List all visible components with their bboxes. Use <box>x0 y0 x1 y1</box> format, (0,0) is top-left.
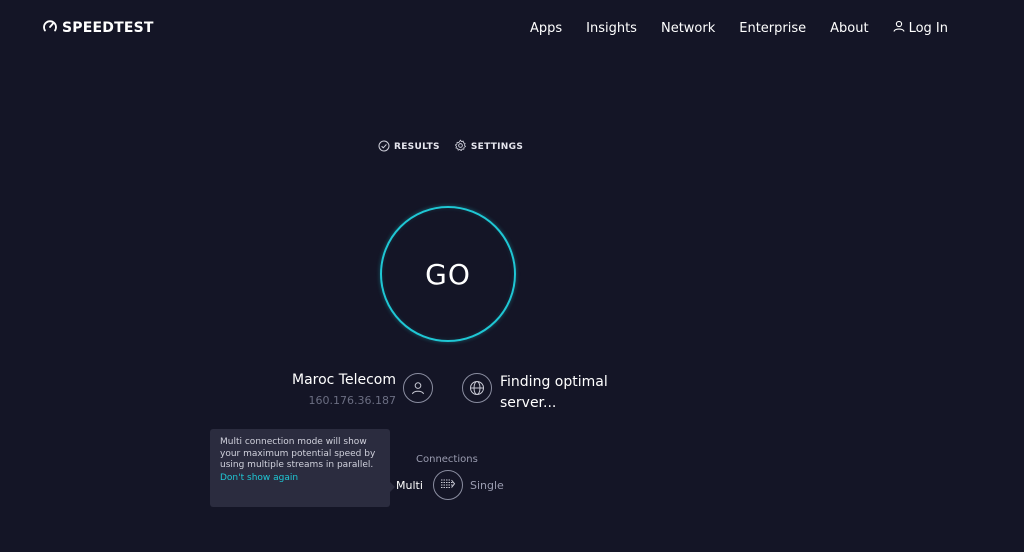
login-link[interactable]: Log In <box>893 20 948 36</box>
isp-name: Maroc Telecom <box>291 372 396 388</box>
connections-label: Connections <box>416 454 478 465</box>
user-icon <box>893 20 905 36</box>
speedtest-page: SPEEDTEST Apps Insights Network Enterpri… <box>0 0 1024 552</box>
results-settings-bar: RESULTS SETTINGS <box>378 139 523 155</box>
results-label: RESULTS <box>394 142 440 152</box>
nav-network[interactable]: Network <box>661 21 715 36</box>
nav-insights[interactable]: Insights <box>586 21 637 36</box>
server-status: Finding optimal server... <box>500 374 608 411</box>
settings-label: SETTINGS <box>470 142 524 152</box>
main-nav: Apps Insights Network Enterprise About L… <box>530 18 948 38</box>
multi-connection-tooltip: Multi connection mode will show your max… <box>210 429 395 507</box>
speedtest-logo[interactable]: SPEEDTEST <box>42 18 154 38</box>
check-circle-icon <box>378 140 390 155</box>
server-info: Finding optimal server... <box>500 372 630 414</box>
login-label: Log In <box>908 20 948 36</box>
go-label: GO <box>425 257 471 291</box>
connections-single-option[interactable]: Single <box>470 479 504 492</box>
isp-info: Maroc Telecom 160.176.36.187 <box>270 372 396 407</box>
isp-user-icon <box>403 373 433 403</box>
connections-toggle[interactable] <box>433 470 463 500</box>
isp-ip: 160.176.36.187 <box>308 394 396 407</box>
gear-icon <box>454 139 467 155</box>
settings-link[interactable]: SETTINGS <box>454 139 523 155</box>
speedometer-icon <box>42 18 58 38</box>
multi-connection-icon <box>440 476 456 495</box>
connections-multi-option[interactable]: Multi <box>396 479 423 492</box>
nav-about[interactable]: About <box>830 21 868 36</box>
nav-apps[interactable]: Apps <box>530 21 562 36</box>
results-link[interactable]: RESULTS <box>378 140 440 155</box>
nav-enterprise[interactable]: Enterprise <box>739 21 806 36</box>
go-button[interactable]: GO <box>380 206 516 342</box>
logo-text: SPEEDTEST <box>62 20 154 36</box>
tooltip-text: Multi connection mode will show your max… <box>220 437 376 470</box>
globe-icon[interactable] <box>462 373 492 403</box>
dont-show-again-link[interactable]: Don't show again <box>220 473 380 483</box>
